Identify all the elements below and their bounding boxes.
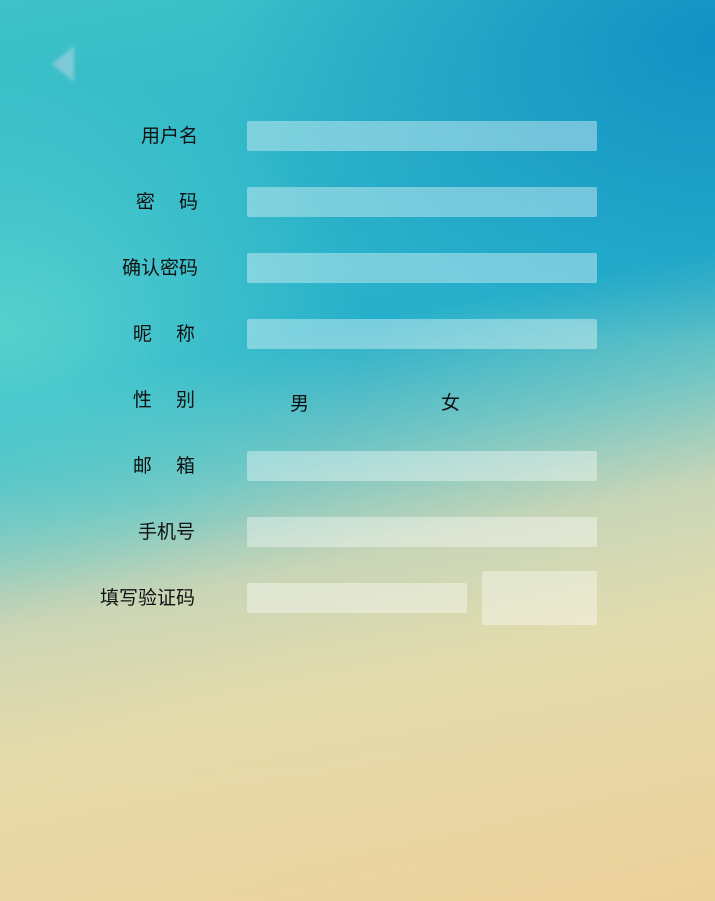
password-label: 密 码 xyxy=(135,191,198,213)
nickname-label: 昵 称 xyxy=(132,323,195,345)
confirm-password-label: 确认密码 xyxy=(121,257,198,279)
captcha-field[interactable] xyxy=(247,583,467,613)
email-field[interactable] xyxy=(247,451,597,481)
password-field[interactable] xyxy=(247,187,597,217)
phone-label: 手机号 xyxy=(137,521,195,543)
back-arrow-icon[interactable] xyxy=(44,40,92,88)
username-label: 用户名 xyxy=(140,125,198,147)
captcha-label: 填写验证码 xyxy=(99,587,195,609)
gender-option-female[interactable]: 女 xyxy=(441,388,460,418)
phone-field[interactable] xyxy=(247,517,597,547)
username-field[interactable] xyxy=(247,121,597,151)
confirm-password-field[interactable] xyxy=(247,253,597,283)
captcha-image[interactable] xyxy=(482,571,597,625)
email-label: 邮 箱 xyxy=(132,455,195,477)
gender-label: 性 别 xyxy=(132,389,195,411)
nickname-field[interactable] xyxy=(247,319,597,349)
gender-option-male[interactable]: 男 xyxy=(290,389,309,419)
